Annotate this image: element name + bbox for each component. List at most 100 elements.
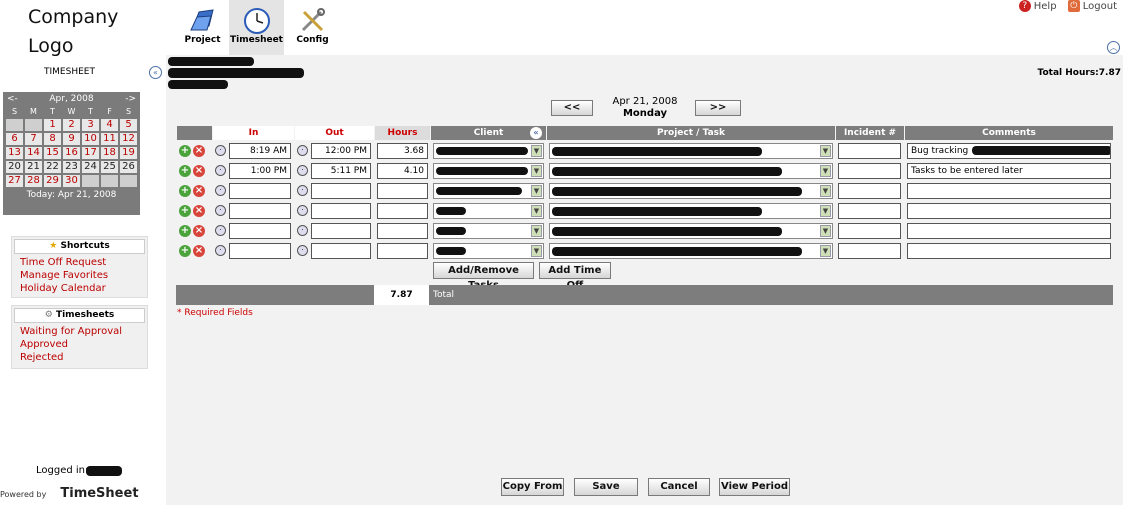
calendar-day[interactable]: 5 — [119, 118, 138, 132]
shortcut-time-off-request[interactable]: Time Off Request — [12, 256, 147, 269]
project-task-select[interactable]: ▼ — [549, 162, 833, 179]
cancel-button[interactable]: Cancel — [648, 478, 710, 496]
calendar-day[interactable]: 16 — [62, 146, 81, 160]
comments-input[interactable]: Bug tracking — [907, 142, 1111, 159]
project-task-select[interactable]: ▼ — [549, 182, 833, 199]
calendar-day[interactable]: 6 — [5, 132, 24, 146]
clock-picker-icon[interactable]: · — [297, 145, 308, 156]
timesheets-waiting-approval[interactable]: Waiting for Approval — [12, 325, 147, 338]
copy-from-button[interactable]: Copy From — [501, 478, 564, 496]
shortcut-manage-favorites[interactable]: Manage Favorites — [12, 269, 147, 282]
logout-link[interactable]: ⏻ Logout — [1067, 0, 1117, 12]
client-select[interactable]: ▼ — [433, 202, 544, 219]
timesheets-rejected[interactable]: Rejected — [12, 351, 147, 364]
client-select[interactable]: ▼ — [433, 222, 544, 239]
calendar-day[interactable]: 8 — [43, 132, 62, 146]
clock-picker-icon[interactable]: · — [215, 205, 226, 216]
calendar-day[interactable]: 3 — [81, 118, 100, 132]
calendar-day[interactable]: 12 — [119, 132, 138, 146]
view-period-button[interactable]: View Period — [719, 478, 790, 496]
tab-config[interactable]: Config — [285, 0, 340, 55]
hours-input[interactable] — [377, 182, 428, 199]
incident-input[interactable] — [838, 162, 901, 179]
help-link[interactable]: ? Help — [1018, 0, 1057, 12]
clock-picker-icon[interactable]: · — [297, 185, 308, 196]
comments-input[interactable] — [907, 242, 1111, 259]
project-task-select[interactable]: ▼ — [549, 202, 833, 219]
calendar-day[interactable]: 21 — [24, 160, 43, 174]
calendar-day[interactable]: 13 — [5, 146, 24, 160]
hours-input[interactable] — [377, 222, 428, 239]
time-in-input[interactable] — [229, 242, 291, 259]
time-in-input[interactable] — [229, 222, 291, 239]
time-out-input[interactable]: 5:11 PM — [311, 162, 371, 179]
add-row-icon[interactable]: + — [179, 164, 191, 177]
calendar-today[interactable]: Today: Apr 21, 2008 — [3, 188, 140, 202]
comments-input[interactable] — [907, 182, 1111, 199]
clock-picker-icon[interactable]: · — [297, 165, 308, 176]
time-out-input[interactable]: 12:00 PM — [311, 142, 371, 159]
client-select[interactable]: ▼ — [433, 142, 544, 159]
add-row-icon[interactable]: + — [179, 184, 191, 197]
time-in-input[interactable]: 8:19 AM — [229, 142, 291, 159]
calendar-day[interactable]: 19 — [119, 146, 138, 160]
client-collapse-icon[interactable]: « — [530, 127, 542, 139]
clock-picker-icon[interactable]: · — [215, 165, 226, 176]
time-in-input[interactable] — [229, 202, 291, 219]
tab-timesheet[interactable]: Timesheet — [229, 0, 284, 55]
add-row-icon[interactable]: + — [179, 244, 191, 257]
calendar-day[interactable]: 26 — [119, 160, 138, 174]
clock-picker-icon[interactable]: · — [215, 245, 226, 256]
clock-picker-icon[interactable]: · — [297, 205, 308, 216]
calendar-prev-month[interactable]: <- — [7, 92, 18, 106]
calendar-day[interactable]: 23 — [62, 160, 81, 174]
project-task-select[interactable]: ▼ — [549, 242, 833, 259]
hours-input[interactable]: 4.10 — [377, 162, 428, 179]
calendar-day[interactable]: 2 — [62, 118, 81, 132]
calendar-day[interactable]: 15 — [43, 146, 62, 160]
calendar-day[interactable]: 11 — [100, 132, 119, 146]
comments-input[interactable]: Tasks to be entered later — [907, 162, 1111, 179]
save-button[interactable]: Save — [574, 478, 638, 496]
remove-row-icon[interactable]: × — [193, 224, 205, 237]
comments-input[interactable] — [907, 202, 1111, 219]
clock-picker-icon[interactable]: · — [215, 225, 226, 236]
hours-input[interactable] — [377, 202, 428, 219]
time-out-input[interactable] — [311, 242, 371, 259]
project-task-select[interactable]: ▼ — [549, 222, 833, 239]
calendar-next-month[interactable]: -> — [125, 92, 136, 106]
calendar-day[interactable]: 28 — [24, 174, 43, 188]
incident-input[interactable] — [838, 182, 901, 199]
remove-row-icon[interactable]: × — [193, 204, 205, 217]
client-select[interactable]: ▼ — [433, 242, 544, 259]
calendar-day[interactable]: 7 — [24, 132, 43, 146]
client-select[interactable]: ▼ — [433, 182, 544, 199]
clock-picker-icon[interactable]: · — [297, 225, 308, 236]
calendar-day[interactable]: 24 — [81, 160, 100, 174]
calendar-day[interactable]: 10 — [81, 132, 100, 146]
tab-project[interactable]: Project — [175, 0, 230, 55]
incident-input[interactable] — [838, 142, 901, 159]
calendar-day[interactable]: 27 — [5, 174, 24, 188]
calendar-day[interactable]: 9 — [62, 132, 81, 146]
add-row-icon[interactable]: + — [179, 144, 191, 157]
time-in-input[interactable] — [229, 182, 291, 199]
calendar-day[interactable]: 22 — [43, 160, 62, 174]
hours-input[interactable]: 3.68 — [377, 142, 428, 159]
clock-picker-icon[interactable]: · — [215, 145, 226, 156]
add-time-off-button[interactable]: Add Time Off — [538, 262, 611, 291]
client-select[interactable]: ▼ — [433, 162, 544, 179]
calendar-day[interactable]: 20 — [5, 160, 24, 174]
collapse-sidebar-icon[interactable]: « — [149, 66, 162, 79]
remove-row-icon[interactable]: × — [193, 164, 205, 177]
time-out-input[interactable] — [311, 182, 371, 199]
comments-input[interactable] — [907, 222, 1111, 239]
add-remove-tasks-button[interactable]: Add/Remove Tasks — [433, 262, 534, 291]
incident-input[interactable] — [838, 202, 901, 219]
time-out-input[interactable] — [311, 222, 371, 239]
calendar-day[interactable]: 25 — [100, 160, 119, 174]
time-in-input[interactable]: 1:00 PM — [229, 162, 291, 179]
clock-picker-icon[interactable]: · — [297, 245, 308, 256]
next-day-button[interactable]: >> — [695, 100, 741, 116]
prev-day-button[interactable]: << — [551, 100, 593, 116]
